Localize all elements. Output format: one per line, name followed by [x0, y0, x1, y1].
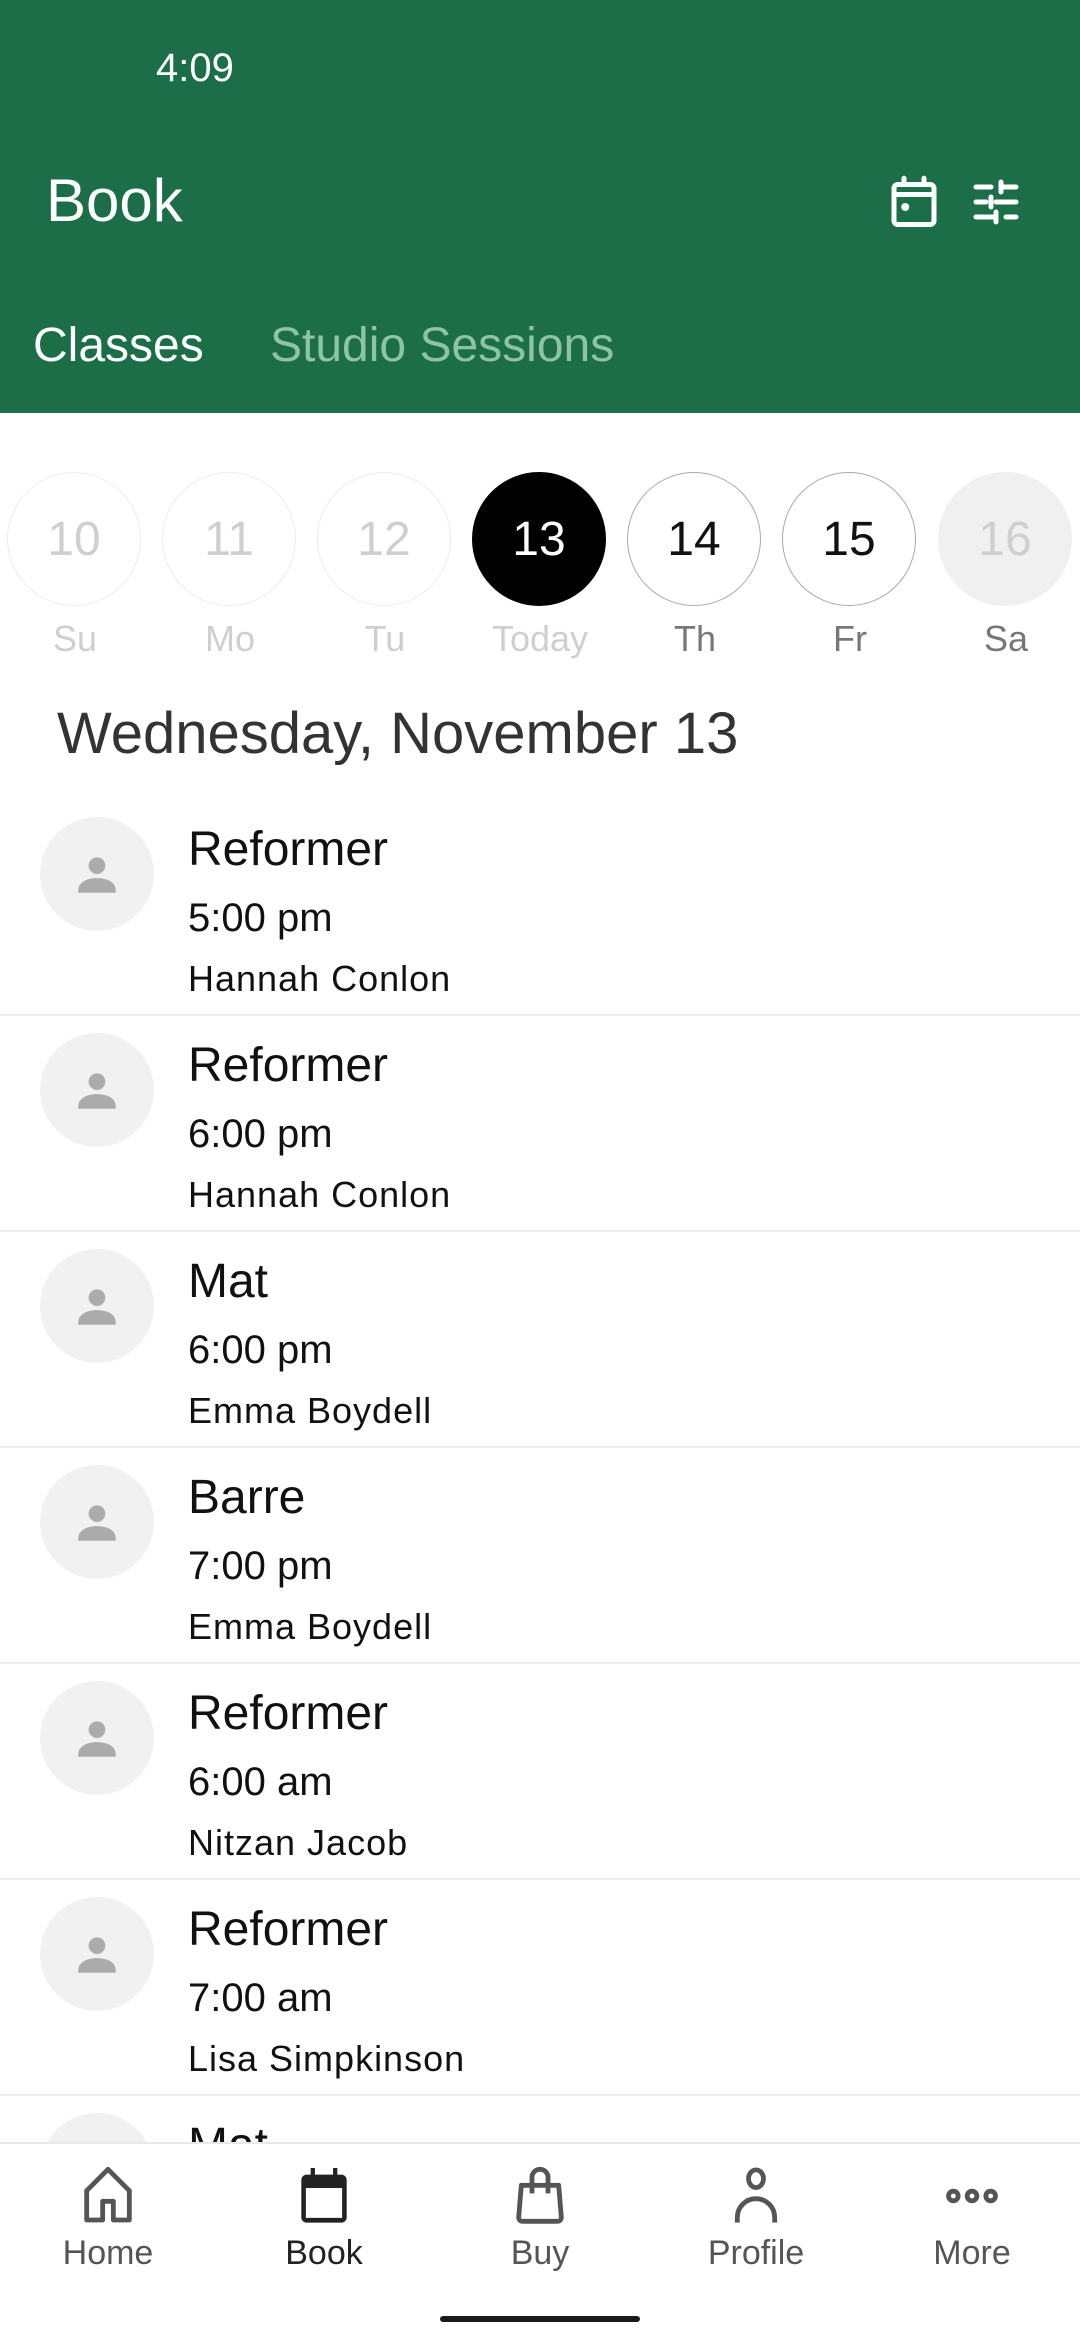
- nav-label: More: [933, 2234, 1011, 2272]
- class-row[interactable]: Reformer 6:00 pm Hannah Conlon: [0, 1016, 1080, 1232]
- tab-classes[interactable]: Classes: [33, 318, 204, 373]
- person-icon: [78, 857, 116, 893]
- home-icon: [84, 2166, 132, 2223]
- day-label: Fr: [833, 618, 867, 659]
- date-10[interactable]: 10 Su: [7, 472, 143, 660]
- instructor-avatar: [40, 1681, 154, 1795]
- page-title: Book: [46, 167, 183, 234]
- person-icon: [78, 1937, 116, 1973]
- class-name: Mat: [188, 1255, 269, 1308]
- class-row[interactable]: Barre 7:00 pm Emma Boydell: [0, 1448, 1080, 1664]
- date-number: 16: [938, 472, 1072, 606]
- class-row[interactable]: Reformer 7:00 am Lisa Simpkinson: [0, 1880, 1080, 2096]
- class-name: Barre: [188, 1471, 306, 1524]
- date-number: 13: [472, 472, 606, 606]
- instructor-avatar: [40, 1249, 154, 1363]
- date-strip: 10 Su 11 Mo 12 Tu 13 Today 14 Th 15 Fr 1…: [0, 472, 1080, 672]
- shopping-bag-icon: [516, 2167, 564, 2224]
- class-row[interactable]: Reformer 6:00 am Nitzan Jacob: [0, 1664, 1080, 1880]
- day-label: Tu: [364, 618, 406, 659]
- person-icon: [78, 1289, 116, 1325]
- class-time: 6:00 pm: [188, 1328, 333, 1372]
- class-row[interactable]: Mat: [0, 2096, 1080, 2142]
- day-label: Su: [52, 618, 98, 659]
- bottom-nav: Home Book Buy Profile More: [0, 2142, 1080, 2342]
- filter-sliders-icon[interactable]: [966, 172, 1026, 232]
- person-icon: [78, 1073, 116, 1109]
- date-13-selected[interactable]: 13 Today: [472, 472, 608, 660]
- instructor-avatar: [40, 1033, 154, 1147]
- date-number: 14: [627, 472, 761, 606]
- date-11[interactable]: 11 Mo: [162, 472, 298, 660]
- class-name: Mat: [188, 2118, 268, 2142]
- nav-buy[interactable]: Buy: [432, 2164, 648, 2273]
- instructor-name: Nitzan Jacob: [188, 1822, 409, 1863]
- class-time: 7:00 am: [188, 1976, 333, 2020]
- instructor-name: Hannah Conlon: [188, 958, 452, 999]
- more-dots-icon: [946, 2188, 998, 2204]
- day-label: Th: [673, 618, 716, 659]
- date-number: 11: [162, 472, 296, 606]
- person-icon: [734, 2167, 778, 2223]
- class-time: 5:00 pm: [188, 896, 333, 940]
- class-name: Reformer: [188, 823, 389, 876]
- date-heading: Wednesday, November 13: [57, 701, 739, 766]
- instructor-avatar: [40, 817, 154, 931]
- class-name: Reformer: [188, 1039, 389, 1092]
- instructor-name: Emma Boydell: [188, 1390, 433, 1431]
- person-icon: [78, 1505, 116, 1541]
- class-name: Reformer: [188, 1903, 389, 1956]
- day-label: Sa: [983, 618, 1029, 659]
- home-indicator[interactable]: [440, 2316, 640, 2322]
- instructor-avatar: [40, 1465, 154, 1579]
- app-header: 4:09 Book Classes Studio Sessions: [0, 0, 1080, 413]
- nav-book[interactable]: Book: [216, 2164, 432, 2273]
- date-number: 12: [317, 472, 451, 606]
- class-time: 6:00 am: [188, 1760, 333, 1804]
- date-16[interactable]: 16 Sa: [938, 472, 1074, 660]
- class-time: 6:00 pm: [188, 1112, 333, 1156]
- calendar-icon[interactable]: [884, 172, 944, 232]
- day-label: Mo: [204, 618, 255, 659]
- nav-home[interactable]: Home: [0, 2164, 216, 2273]
- instructor-avatar: [40, 1897, 154, 2011]
- date-14[interactable]: 14 Th: [627, 472, 763, 660]
- class-time: 7:00 pm: [188, 1544, 333, 1588]
- nav-label: Book: [285, 2234, 363, 2272]
- date-number: 10: [7, 472, 141, 606]
- nav-label: Buy: [510, 2234, 570, 2272]
- person-icon: [78, 1721, 116, 1757]
- instructor-name: Lisa Simpkinson: [188, 2038, 466, 2079]
- date-number: 15: [782, 472, 916, 606]
- nav-profile[interactable]: Profile: [648, 2164, 864, 2273]
- calendar-icon: [301, 2168, 347, 2223]
- instructor-avatar: [40, 2113, 154, 2142]
- status-time: 4:09: [156, 46, 234, 90]
- day-label: Today: [491, 618, 589, 659]
- date-12[interactable]: 12 Tu: [317, 472, 453, 660]
- instructor-name: Emma Boydell: [188, 1606, 433, 1647]
- instructor-name: Hannah Conlon: [188, 1174, 452, 1215]
- nav-label: Home: [62, 2234, 154, 2272]
- class-row[interactable]: Mat 6:00 pm Emma Boydell: [0, 1232, 1080, 1448]
- tab-studio-sessions[interactable]: Studio Sessions: [270, 318, 614, 373]
- class-row[interactable]: Reformer 5:00 pm Hannah Conlon: [0, 800, 1080, 1016]
- class-list: Reformer 5:00 pm Hannah Conlon Reformer …: [0, 800, 1080, 2142]
- date-15[interactable]: 15 Fr: [782, 472, 918, 660]
- class-name: Reformer: [188, 1687, 389, 1740]
- nav-more[interactable]: More: [864, 2164, 1080, 2273]
- nav-label: Profile: [707, 2234, 805, 2272]
